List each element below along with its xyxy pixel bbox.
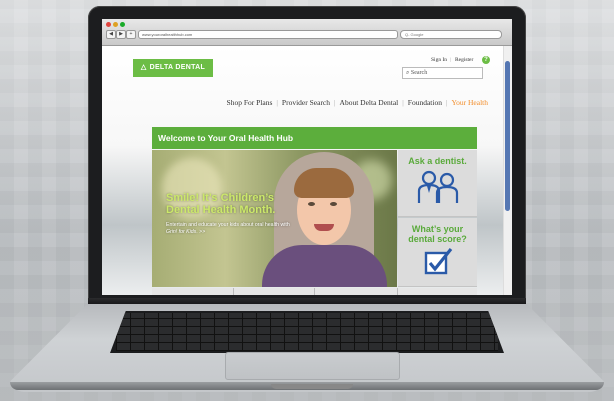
search-icon: ⌕ xyxy=(406,70,410,76)
register-link[interactable]: Register xyxy=(455,57,473,63)
tile-divider xyxy=(314,288,315,295)
back-button[interactable]: ◀ xyxy=(106,30,116,39)
page-scrollbar-thumb[interactable] xyxy=(505,61,510,211)
child-coat xyxy=(262,245,387,287)
reload-button[interactable]: + xyxy=(126,30,136,39)
search-placeholder: Search xyxy=(410,70,428,76)
trackpad xyxy=(225,352,400,380)
minimize-window-button[interactable] xyxy=(113,22,118,27)
hub-banner: Welcome to Your Oral Health Hub xyxy=(152,127,477,149)
hero-headline: Smile! It’s Children’s Dental Health Mon… xyxy=(166,192,276,216)
site-search-input[interactable]: ⌕ Search xyxy=(402,67,483,79)
main-nav: Shop For Plans | Provider Search | About Del… xyxy=(102,98,488,107)
browser-search-field[interactable]: Q- Google xyxy=(400,30,502,39)
hero-sub-after: . >> xyxy=(196,229,206,235)
child-eye xyxy=(308,202,315,206)
nav-about-delta-dental[interactable]: About Delta Dental xyxy=(340,98,399,107)
dental-score-card[interactable]: What’s your dental score? xyxy=(398,218,477,287)
close-window-button[interactable] xyxy=(106,22,111,27)
ask-a-dentist-card[interactable]: Ask a dentist. xyxy=(398,150,477,217)
hero-sub-em: Grin! for Kids xyxy=(166,229,197,235)
checkbox-icon xyxy=(424,248,452,275)
logo-text: DELTA DENTAL xyxy=(149,64,206,71)
browser-toolbar: ◀ ▶ + www.youroralhealthhub.com Q- Googl… xyxy=(102,19,512,46)
laptop-lid: ◀ ▶ + www.youroralhealthhub.com Q- Googl… xyxy=(88,6,526,308)
tile-divider xyxy=(233,288,234,295)
card-title: What’s your dental score? xyxy=(408,224,467,244)
forward-button[interactable]: ▶ xyxy=(116,30,126,39)
keyboard-keys xyxy=(116,313,498,351)
hero-sub-before: Entertain and educate your kids about or… xyxy=(166,222,290,228)
zoom-window-button[interactable] xyxy=(120,22,125,27)
dentists-icon xyxy=(417,170,458,203)
nav-separator: | xyxy=(445,98,448,107)
card-title: Ask a dentist. xyxy=(408,156,467,166)
lower-tiles-strip xyxy=(152,288,477,295)
nav-separator: | xyxy=(334,98,336,107)
util-separator: | xyxy=(450,57,452,63)
hero-subtext[interactable]: Entertain and educate your kids about or… xyxy=(166,222,296,236)
nav-shop-for-plans[interactable]: Shop For Plans xyxy=(227,98,273,107)
delta-dental-logo[interactable]: △ DELTA DENTAL xyxy=(133,59,213,77)
lid-notch xyxy=(271,384,353,389)
nav-your-health[interactable]: Your Health xyxy=(451,98,488,107)
hero-promo[interactable]: Smile! It’s Children’s Dental Health Mon… xyxy=(152,150,397,287)
tile-divider xyxy=(397,288,398,295)
keyboard xyxy=(110,311,504,353)
nav-foundation[interactable]: Foundation xyxy=(408,98,442,107)
laptop-screen: ◀ ▶ + www.youroralhealthhub.com Q- Googl… xyxy=(102,19,512,295)
address-bar[interactable]: www.youroralhealthhub.com xyxy=(138,30,398,39)
nav-provider-search[interactable]: Provider Search xyxy=(282,98,330,107)
child-eye xyxy=(330,202,337,206)
web-page: △ DELTA DENTAL Sign In | Register ? ⌕ Sea… xyxy=(102,46,512,295)
delta-triangle-icon: △ xyxy=(140,64,147,71)
nav-separator: | xyxy=(402,98,404,107)
sign-in-link[interactable]: Sign In xyxy=(431,57,447,63)
help-icon[interactable]: ? xyxy=(482,56,490,64)
nav-separator: | xyxy=(276,98,278,107)
